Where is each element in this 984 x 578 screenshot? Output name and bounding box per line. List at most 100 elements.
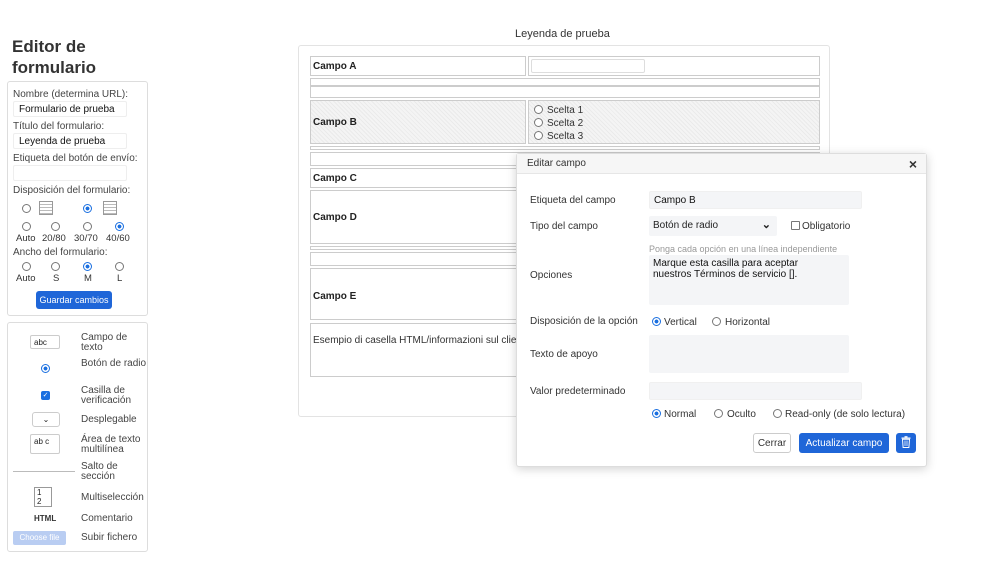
split-auto-radio[interactable]: [22, 222, 31, 231]
save-changes-button[interactable]: Guardar cambios: [36, 291, 112, 309]
visibility-readonly-label: Read-only (de solo lectura): [785, 409, 906, 420]
split-auto-label: Auto: [16, 233, 36, 244]
visibility-normal-radio[interactable]: [652, 409, 661, 418]
width-s-radio[interactable]: [51, 262, 60, 271]
editor-title: Editor de formulario: [12, 37, 97, 77]
form-title-label: Título del formulario:: [13, 121, 105, 132]
palette-radio[interactable]: Botón de radio: [8, 358, 149, 382]
form-title-input[interactable]: Leyenda de prueba: [13, 133, 127, 149]
layout-vertical-label: Vertical: [664, 317, 697, 328]
checkbox-icon: ✓: [41, 391, 50, 400]
palette-comment[interactable]: HTML Comentario: [8, 512, 149, 528]
modal-header: Editar campo ×: [517, 154, 926, 174]
field-type-select[interactable]: Botón de radio ⌄: [649, 216, 777, 236]
single-column-layout-icon: [39, 201, 53, 215]
required-checkbox[interactable]: [791, 221, 800, 230]
field-e-label-cell[interactable]: Campo E: [310, 268, 526, 320]
palette-section-break-label: Salto de sección: [81, 461, 118, 482]
two-column-layout-icon: [103, 201, 117, 215]
field-b-option-1-label: Scelta 1: [547, 105, 584, 116]
layout-horizontal-radio[interactable]: [712, 317, 721, 326]
split-30-70-radio[interactable]: [83, 222, 92, 231]
empty-row-2[interactable]: [310, 146, 820, 150]
split-40-60-radio[interactable]: [115, 222, 124, 231]
field-type-label: Tipo del campo: [530, 221, 598, 232]
options-label: Opciones: [530, 270, 573, 281]
palette-textarea-label: Área de texto multilínea: [81, 434, 141, 455]
form-settings-panel: Nombre (determina URL): Formulario de pr…: [7, 81, 148, 316]
field-b-label-cell[interactable]: Campo B: [310, 100, 526, 144]
section-break-row[interactable]: [310, 78, 820, 86]
text-field-icon: abc: [30, 335, 60, 349]
palette-text-field-label: Campo de texto: [81, 332, 128, 353]
field-c-label-cell[interactable]: Campo C: [310, 168, 526, 188]
field-a-input-cell[interactable]: [528, 56, 820, 76]
field-a-input[interactable]: [531, 59, 645, 73]
field-b-option-3-radio[interactable]: [534, 131, 543, 140]
submit-label-label: Etiqueta del botón de envío:: [13, 153, 138, 164]
layout-single-radio[interactable]: [22, 204, 31, 213]
palette-textarea[interactable]: ab c Área de texto multilínea: [8, 434, 149, 458]
field-b-option-3-label: Scelta 3: [547, 131, 584, 142]
field-a-label-cell[interactable]: Campo A: [310, 56, 526, 76]
palette-radio-label: Botón de radio: [81, 358, 147, 369]
textarea-icon: ab c: [30, 434, 60, 454]
field-c-label: Campo C: [313, 173, 357, 184]
field-e-label: Campo E: [313, 291, 357, 302]
empty-row-1[interactable]: [310, 86, 820, 98]
visibility-readonly-radio[interactable]: [773, 409, 782, 418]
field-type-value: Botón de radio: [653, 220, 719, 231]
edit-field-modal: Editar campo × Etiqueta del campo Campo …: [516, 153, 927, 467]
field-b-option-1-radio[interactable]: [534, 105, 543, 114]
visibility-hidden-label: Oculto: [727, 409, 756, 420]
close-icon[interactable]: ×: [909, 156, 917, 172]
palette-multiselect[interactable]: 12 Multiselección: [8, 487, 149, 509]
field-b-option-2-radio[interactable]: [534, 118, 543, 127]
width-auto-label: Auto: [16, 273, 36, 284]
layout-two-column-radio[interactable]: [83, 204, 92, 213]
field-label-input[interactable]: Campo B: [649, 191, 862, 209]
width-auto-radio[interactable]: [22, 262, 31, 271]
radio-icon: [41, 364, 50, 373]
field-b-options-cell[interactable]: Scelta 1 Scelta 2 Scelta 3: [528, 100, 820, 144]
palette-multiselect-label: Multiselección: [81, 492, 144, 503]
text-field-sample: abc: [34, 338, 47, 347]
form-name-input[interactable]: Formulario de prueba: [13, 101, 127, 117]
palette-checkbox-label: Casilla de verificación: [81, 385, 132, 406]
palette-dropdown-label: Desplegable: [81, 414, 137, 425]
field-palette: abc Campo de texto Botón de radio ✓ Casi…: [7, 322, 148, 552]
file-upload-icon: Choose file: [13, 531, 66, 545]
html-comment-text: Esempio di casella HTML/informazioni sul…: [313, 335, 520, 346]
width-s-label: S: [53, 273, 60, 284]
multiselect-sample-2: 2: [37, 497, 42, 506]
modal-title: Editar campo: [527, 158, 586, 169]
cancel-button[interactable]: Cerrar: [753, 433, 791, 453]
field-d-label: Campo D: [313, 212, 357, 223]
help-text-textarea[interactable]: [649, 335, 849, 373]
split-20-80-radio[interactable]: [51, 222, 60, 231]
layout-horizontal-label: Horizontal: [725, 317, 771, 328]
width-l-radio[interactable]: [115, 262, 124, 271]
width-label: Ancho del formulario:: [13, 247, 108, 258]
submit-label-input[interactable]: [13, 165, 127, 181]
update-field-button[interactable]: Actualizar campo: [799, 433, 889, 453]
default-value-input[interactable]: [649, 382, 862, 400]
options-textarea[interactable]: Marque esta casilla para aceptar nuestro…: [649, 255, 849, 305]
delete-field-button[interactable]: [896, 433, 916, 453]
layout-vertical-radio[interactable]: [652, 317, 661, 326]
split-20-80-label: 20/80: [42, 233, 66, 244]
split-40-60-label: 40/60: [106, 233, 130, 244]
palette-text-field[interactable]: abc Campo de texto: [8, 331, 149, 355]
chevron-down-icon: ⌄: [761, 219, 771, 231]
field-b-option-2-label: Scelta 2: [547, 118, 584, 129]
field-d-label-cell[interactable]: Campo D: [310, 190, 526, 244]
palette-checkbox[interactable]: ✓ Casilla de verificación: [8, 385, 149, 409]
palette-section-break[interactable]: Salto de sección: [8, 461, 149, 485]
visibility-hidden-radio[interactable]: [714, 409, 723, 418]
palette-comment-label: Comentario: [81, 513, 133, 524]
palette-dropdown[interactable]: ⌄ Desplegable: [8, 411, 149, 431]
palette-file-upload[interactable]: Choose file Subir fichero: [8, 530, 149, 546]
textarea-sample: ab c: [34, 437, 50, 446]
width-m-radio[interactable]: [83, 262, 92, 271]
field-b-label: Campo B: [313, 117, 357, 128]
